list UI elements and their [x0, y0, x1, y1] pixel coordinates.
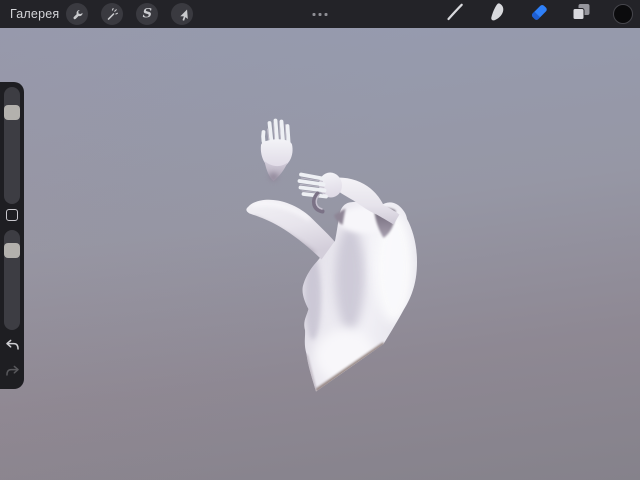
color-button[interactable]: [611, 2, 635, 26]
redo-arrow-icon: [5, 364, 20, 382]
redo-button[interactable]: [4, 364, 20, 382]
layers-button[interactable]: [569, 2, 593, 26]
right-tool-group: [443, 0, 635, 28]
eraser-icon: [527, 0, 551, 29]
selection-s-icon: S: [142, 6, 153, 21]
brush-icon: [443, 0, 467, 29]
brush-size-slider[interactable]: [4, 87, 20, 204]
magic-wand-icon: [105, 7, 119, 21]
canvas-3d-model: [246, 118, 417, 392]
layers-icon: [569, 0, 593, 29]
paint-tool-button[interactable]: [443, 2, 467, 26]
erase-tool-button[interactable]: [527, 2, 551, 26]
modify-button[interactable]: [6, 209, 18, 221]
sidebar-panel: [0, 82, 24, 389]
selection-button[interactable]: S: [136, 3, 159, 25]
brush-size-handle[interactable]: [4, 104, 20, 120]
wrench-icon: [70, 7, 84, 21]
opacity-handle[interactable]: [4, 243, 20, 258]
current-color-swatch: [613, 4, 633, 24]
smudge-finger-icon: [485, 0, 509, 29]
transform-arrow-icon: [175, 7, 189, 21]
dot: [312, 12, 316, 16]
drawing-canvas[interactable]: [0, 28, 640, 480]
gallery-button[interactable]: Галерея: [10, 7, 59, 21]
dot: [318, 12, 322, 16]
top-toolbar: Галерея S: [0, 0, 640, 28]
undo-button[interactable]: [4, 338, 20, 356]
transform-button[interactable]: [171, 3, 194, 25]
opacity-slider[interactable]: [4, 230, 20, 330]
undo-arrow-icon: [5, 338, 20, 356]
canvas-options-button[interactable]: [312, 0, 328, 28]
smudge-tool-button[interactable]: [485, 2, 509, 26]
actions-button[interactable]: [66, 3, 89, 25]
adjustments-button[interactable]: [101, 3, 124, 25]
left-tool-group: S: [66, 3, 194, 25]
dot: [324, 12, 328, 16]
